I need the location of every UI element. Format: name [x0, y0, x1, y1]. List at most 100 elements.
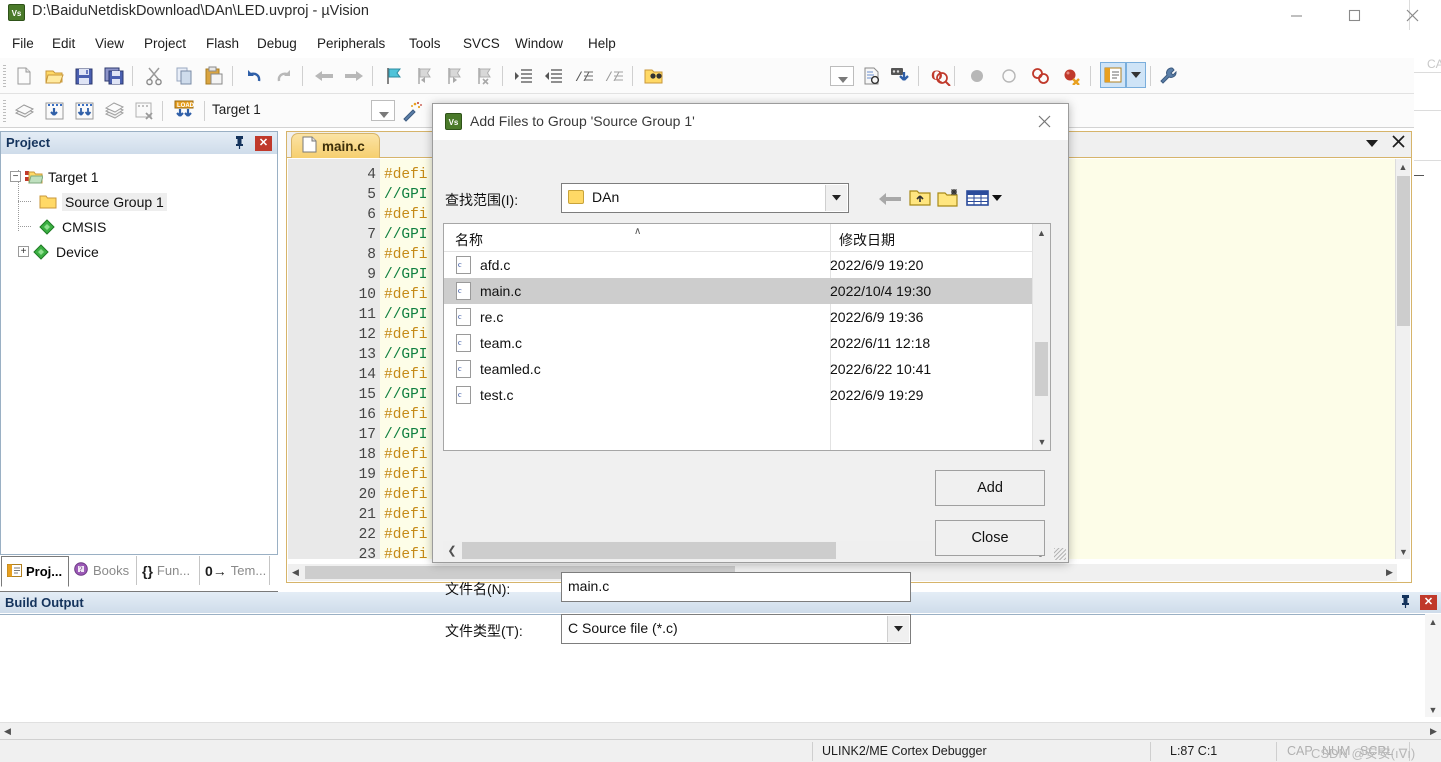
build-output-vertical-scrollbar[interactable]: ▲ ▼ — [1425, 614, 1441, 717]
breakpoint-disable-icon[interactable] — [1027, 62, 1055, 90]
scroll-thumb[interactable] — [462, 542, 836, 559]
toolbar-grip[interactable] — [3, 100, 6, 122]
editor-vertical-scrollbar[interactable]: ▲ ▼ — [1395, 159, 1410, 559]
toolbar-grip[interactable] — [3, 65, 6, 87]
breakpoint-set-icon[interactable] — [963, 62, 991, 90]
bookmark-toggle-icon[interactable] — [380, 62, 408, 90]
tree-node-target[interactable]: − Target 1 — [2, 164, 276, 189]
back-arrow-icon[interactable] — [877, 188, 903, 210]
scroll-right-arrow[interactable]: ▶ — [1426, 723, 1441, 739]
close-icon[interactable]: ✕ — [255, 136, 272, 151]
save-all-icon[interactable] — [100, 62, 128, 90]
menu-flash[interactable]: Flash — [201, 34, 244, 53]
minimize-button[interactable] — [1267, 0, 1325, 30]
open-folder-search-icon[interactable] — [640, 62, 668, 90]
scroll-left-arrow[interactable]: ◀ — [288, 564, 303, 581]
bookmark-next-icon[interactable] — [440, 62, 468, 90]
indent-decrease-icon[interactable] — [540, 62, 568, 90]
close-button[interactable] — [1383, 0, 1441, 30]
uncomment-lines-icon[interactable]: // — [600, 62, 628, 90]
translate-icon[interactable] — [10, 97, 38, 125]
dropdown-blank-icon[interactable] — [830, 66, 854, 86]
file-list-row[interactable]: c teamled.c 2022/6/22 10:41 — [444, 356, 1033, 382]
find-in-files-icon[interactable]: Q — [926, 62, 954, 90]
chevron-down-icon[interactable] — [887, 616, 909, 642]
bookmark-prev-icon[interactable] — [410, 62, 438, 90]
scroll-down-arrow[interactable]: ▼ — [1033, 433, 1051, 450]
scroll-thumb[interactable] — [1035, 342, 1048, 396]
editor-tab-main-c[interactable]: main.c — [291, 133, 380, 158]
tree-expander-expand[interactable]: + — [18, 246, 29, 257]
close-button[interactable]: Close — [935, 520, 1045, 556]
menu-debug[interactable]: Debug — [252, 34, 302, 53]
pin-icon[interactable] — [233, 135, 247, 151]
up-one-level-icon[interactable] — [907, 185, 933, 211]
breakpoint-clear-icon[interactable] — [995, 62, 1023, 90]
scroll-up-arrow[interactable]: ▲ — [1033, 224, 1050, 241]
add-button[interactable]: Add — [935, 470, 1045, 506]
new-folder-icon[interactable] — [936, 185, 962, 211]
tree-node-source-group[interactable]: Source Group 1 — [2, 189, 276, 214]
cut-icon[interactable] — [140, 62, 168, 90]
project-window-dropdown-icon[interactable] — [1126, 62, 1146, 88]
tab-books[interactable]: ? Books — [69, 556, 137, 585]
pin-icon[interactable] — [1399, 594, 1413, 610]
undo-icon[interactable] — [240, 62, 268, 90]
new-file-icon[interactable] — [10, 62, 38, 90]
batch-build-icon[interactable] — [100, 97, 128, 125]
column-header-date[interactable]: 修改日期 — [830, 230, 895, 250]
open-file-icon[interactable] — [40, 62, 68, 90]
download-to-flash-icon[interactable]: LOAD — [170, 97, 198, 125]
comment-lines-icon[interactable]: // — [570, 62, 598, 90]
scroll-down-arrow[interactable]: ▼ — [1396, 544, 1411, 559]
dialog-close-button[interactable] — [1023, 104, 1065, 138]
file-type-combo[interactable]: C Source file (*.c) — [561, 614, 911, 644]
column-header-name[interactable]: 名称 — [455, 230, 483, 250]
configure-icon[interactable] — [886, 62, 914, 90]
tab-templates[interactable]: 0→ Tem... — [200, 556, 270, 585]
paste-icon[interactable] — [200, 62, 228, 90]
tab-functions[interactable]: {} Fun... — [137, 556, 200, 585]
target-selector-value[interactable]: Target 1 — [212, 102, 261, 117]
project-window-icon[interactable] — [1100, 62, 1126, 88]
file-list-vertical-scrollbar[interactable]: ▲ ▼ — [1032, 224, 1050, 450]
bookmark-clear-icon[interactable] — [470, 62, 498, 90]
navigate-forward-icon[interactable] — [340, 62, 368, 90]
build-output-horizontal-scrollbar[interactable]: ◀ ▶ — [0, 722, 1441, 739]
target-selector-dropdown[interactable] — [371, 100, 395, 121]
rebuild-all-icon[interactable] — [70, 97, 98, 125]
look-in-combo[interactable]: DAn — [561, 183, 849, 213]
scroll-thumb[interactable] — [1397, 176, 1410, 326]
scroll-left-arrow[interactable]: ❮ — [443, 541, 461, 560]
indent-increase-icon[interactable] — [510, 62, 538, 90]
menu-tools[interactable]: Tools — [404, 34, 446, 53]
close-icon[interactable] — [1392, 135, 1405, 151]
tree-node-device[interactable]: + Device — [2, 239, 276, 264]
dialog-resize-grip[interactable] — [1054, 548, 1066, 560]
insert-file-icon[interactable] — [858, 62, 886, 90]
menu-project[interactable]: Project — [139, 34, 191, 53]
maximize-button[interactable] — [1325, 0, 1383, 30]
scroll-up-arrow[interactable]: ▲ — [1425, 614, 1441, 629]
menu-file[interactable]: File — [7, 34, 39, 53]
close-icon[interactable]: ✕ — [1420, 595, 1437, 610]
tree-expander-collapse[interactable]: − — [10, 171, 21, 182]
scroll-down-arrow[interactable]: ▼ — [1425, 702, 1441, 717]
save-icon[interactable] — [70, 62, 98, 90]
menu-window[interactable]: Window — [510, 34, 568, 53]
file-name-input[interactable]: main.c — [561, 572, 911, 602]
file-list[interactable]: 名称 修改日期 ∧ c afd.c 2022/6/9 19:20 c main.… — [443, 223, 1051, 451]
menu-view[interactable]: View — [90, 34, 129, 53]
navigate-back-icon[interactable] — [310, 62, 338, 90]
menu-help[interactable]: Help — [583, 34, 621, 53]
tree-node-cmsis[interactable]: CMSIS — [2, 214, 276, 239]
menu-edit[interactable]: Edit — [47, 34, 80, 53]
redo-icon[interactable] — [270, 62, 298, 90]
chevron-down-icon[interactable] — [825, 185, 847, 211]
scroll-right-arrow[interactable]: ▶ — [1382, 564, 1397, 581]
menu-svcs[interactable]: SVCS — [458, 34, 505, 53]
manage-project-items-icon[interactable] — [398, 97, 426, 125]
stop-build-icon[interactable] — [130, 97, 158, 125]
copy-icon[interactable] — [170, 62, 198, 90]
chevron-down-icon[interactable] — [1366, 136, 1378, 151]
